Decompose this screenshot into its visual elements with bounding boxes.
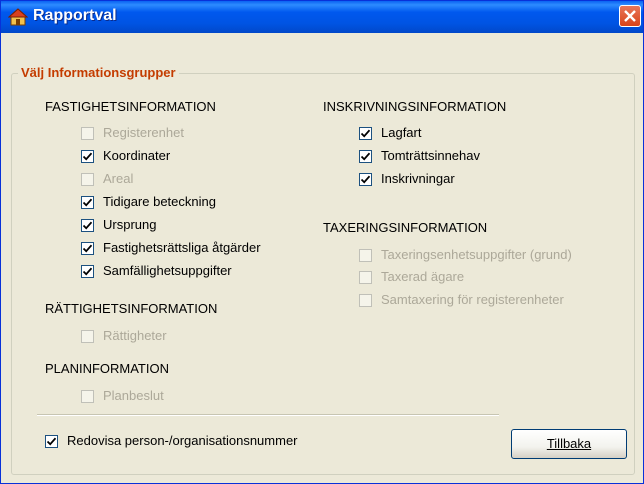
checkmark-icon xyxy=(83,152,92,161)
label-show-numbers: Redovisa person-/organisationsnummer xyxy=(67,433,298,448)
label-fastighetsrattsliga-atgarder: Fastighetsrättsliga åtgärder xyxy=(103,240,261,255)
checkbox-inskrivningar[interactable] xyxy=(359,173,372,186)
label-areal: Areal xyxy=(103,171,134,186)
section-heading-taxering: TAXERINGSINFORMATION xyxy=(323,220,488,235)
checkbox-planbeslut xyxy=(81,390,94,403)
group-title: Välj Informationsgrupper xyxy=(18,65,179,80)
checkmark-icon xyxy=(361,152,370,161)
title-bar[interactable]: Rapportval xyxy=(1,1,643,33)
label-planbeslut: Planbeslut xyxy=(103,388,164,403)
checkbox-tidigare-beteckning[interactable] xyxy=(81,196,94,209)
house-icon xyxy=(7,8,29,26)
label-taxerad-agare: Taxerad ägare xyxy=(381,269,465,284)
checkbox-rattigheter xyxy=(81,330,94,343)
checkbox-lagfart[interactable] xyxy=(359,127,372,140)
checkbox-samfallighetsuppgifter[interactable] xyxy=(81,265,94,278)
report-dialog: Rapportval Välj Informationsgrupper FAST… xyxy=(0,0,644,484)
close-icon xyxy=(624,10,636,22)
checkmark-icon xyxy=(83,221,92,230)
checkmark-icon xyxy=(83,198,92,207)
checkmark-icon xyxy=(83,267,92,276)
separator-line xyxy=(37,414,499,416)
checkbox-show-numbers[interactable] xyxy=(45,435,58,448)
checkbox-samtaxering xyxy=(359,294,372,307)
back-button-label: Tillbaka xyxy=(546,436,592,451)
section-heading-fastighet: FASTIGHETSINFORMATION xyxy=(45,99,216,114)
checkbox-fastighetsrattsliga-atgarder[interactable] xyxy=(81,242,94,255)
label-ursprung: Ursprung xyxy=(103,217,157,232)
section-heading-rattighet: RÄTTIGHETSINFORMATION xyxy=(45,301,218,316)
section-heading-inskrivning: INSKRIVNINGSINFORMATION xyxy=(323,99,507,114)
checkmark-icon xyxy=(83,244,92,253)
label-koordinater: Koordinater xyxy=(103,148,171,163)
label-samtaxering: Samtaxering för registerenheter xyxy=(381,292,564,307)
window-title: Rapportval xyxy=(33,7,117,24)
checkbox-taxeringsenhetsuppgifter xyxy=(359,249,372,262)
section-heading-plan: PLANINFORMATION xyxy=(45,361,169,376)
checkmark-icon xyxy=(361,129,370,138)
back-button[interactable]: Tillbaka xyxy=(511,429,627,459)
label-lagfart: Lagfart xyxy=(381,125,422,140)
label-inskrivningar: Inskrivningar xyxy=(381,171,455,186)
label-tidigare-beteckning: Tidigare beteckning xyxy=(103,194,216,209)
label-registerenhet: Registerenhet xyxy=(103,125,184,140)
label-samfallighetsuppgifter: Samfällighetsuppgifter xyxy=(103,263,232,278)
checkbox-tomtrattsinnehav[interactable] xyxy=(359,150,372,163)
label-tomtrattsinnehav: Tomträttsinnehav xyxy=(381,148,480,163)
label-rattigheter: Rättigheter xyxy=(103,328,167,343)
checkmark-icon xyxy=(361,175,370,184)
close-button[interactable] xyxy=(619,5,641,27)
checkbox-registerenhet xyxy=(81,127,94,140)
checkmark-icon xyxy=(47,437,56,446)
label-taxeringsenhetsuppgifter: Taxeringsenhetsuppgifter (grund) xyxy=(381,247,572,262)
checkbox-areal xyxy=(81,173,94,186)
checkbox-taxerad-agare xyxy=(359,271,372,284)
checkbox-ursprung[interactable] xyxy=(81,219,94,232)
checkbox-koordinater[interactable] xyxy=(81,150,94,163)
